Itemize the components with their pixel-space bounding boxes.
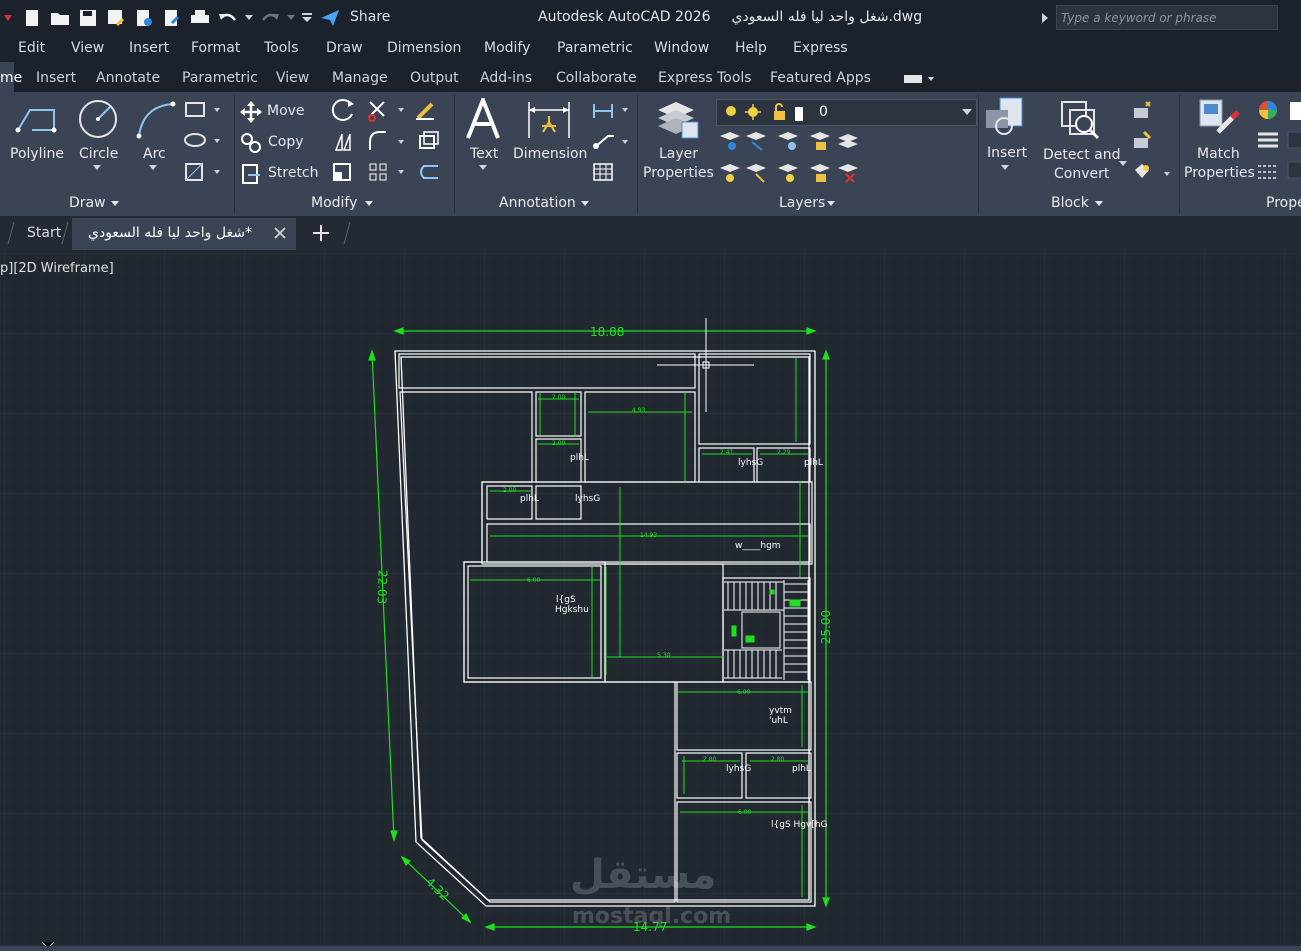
overall-dimension-lines xyxy=(368,327,830,931)
crosshair-cursor xyxy=(657,318,754,412)
status-bar-edge xyxy=(0,946,1301,951)
green-details xyxy=(470,358,808,897)
floor-plan xyxy=(41,318,830,949)
staircase xyxy=(724,580,809,680)
